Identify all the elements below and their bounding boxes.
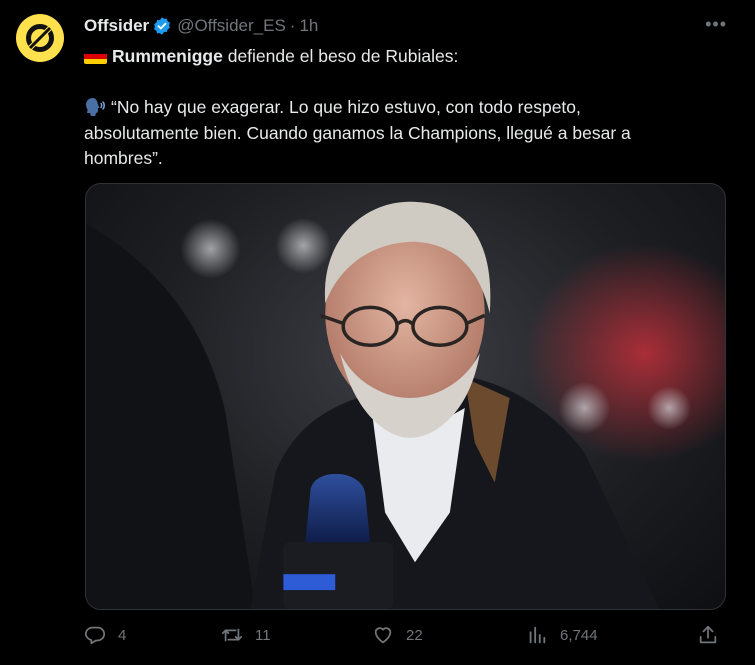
- reply-button[interactable]: 4: [84, 624, 126, 646]
- views-button[interactable]: 6,744: [526, 624, 598, 646]
- tweet-line-2: “No hay que exagerar. Lo que hizo estuvo…: [84, 95, 729, 121]
- tweet-text: Rummenigge defiende el beso de Rubiales:…: [84, 44, 729, 172]
- verified-badge-icon: [154, 17, 171, 35]
- tweet-line-1-text: defiende el beso de Rubiales:: [222, 46, 459, 66]
- tweet-header: Offsider @Offsider_ES · 1h: [84, 15, 318, 37]
- light-bokeh: [180, 218, 241, 279]
- avatar[interactable]: [16, 14, 64, 62]
- retweet-count: 11: [255, 626, 271, 644]
- tweet-line-1: Rummenigge defiende el beso de Rubiales:: [84, 44, 729, 70]
- separator-dot: ·: [289, 16, 296, 35]
- share-button[interactable]: [697, 624, 719, 646]
- author-handle[interactable]: @Offsider_ES: [177, 16, 286, 36]
- offsider-logo-icon: [26, 24, 54, 52]
- photo-illustration: [86, 201, 725, 609]
- germany-flag-icon: [84, 49, 107, 64]
- author-name[interactable]: Offsider: [84, 16, 149, 36]
- view-count: 6,744: [560, 626, 598, 644]
- share-icon: [699, 625, 717, 644]
- tweet-line-4: hombres”.: [84, 148, 163, 168]
- retweet-button[interactable]: 11: [221, 624, 271, 646]
- tweet-time[interactable]: 1h: [299, 16, 318, 36]
- speaking-head-icon: [86, 98, 105, 116]
- tweet-line-2-text: “No hay que exagerar. Lo que hizo estuvo…: [111, 97, 581, 117]
- tweet-photo[interactable]: [85, 183, 726, 610]
- like-button[interactable]: 22: [372, 624, 423, 646]
- like-count: 22: [406, 626, 423, 644]
- retweet-icon: [221, 628, 243, 642]
- more-options-icon[interactable]: •••: [705, 14, 727, 35]
- reply-count: 4: [118, 626, 127, 644]
- heart-icon: [374, 627, 392, 644]
- tweet-actions: 4 11 22 6,744: [84, 624, 729, 654]
- reply-icon: [84, 626, 106, 645]
- views-chart-icon: [529, 626, 546, 644]
- tweet-line-3: absolutamente bien. Cuando ganamos la Ch…: [84, 122, 631, 143]
- tweet-bold-name: Rummenigge: [112, 46, 223, 66]
